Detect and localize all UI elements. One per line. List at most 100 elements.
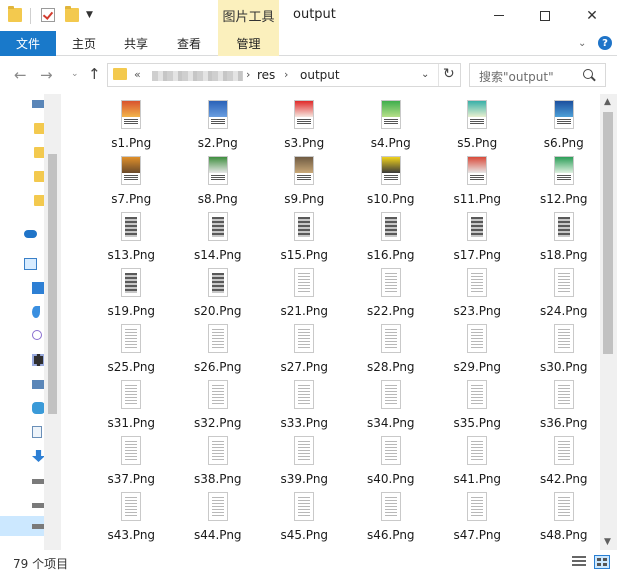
tab-file[interactable]: 文件	[0, 31, 56, 56]
recent-locations-chevron-icon[interactable]: ⌄	[71, 69, 79, 79]
file-item[interactable]: s9.Png	[261, 154, 348, 210]
properties-check-icon[interactable]	[41, 8, 55, 22]
file-item[interactable]: s12.Png	[521, 154, 601, 210]
nav-item[interactable]	[24, 192, 46, 210]
navigation-pane-scrollbar[interactable]	[44, 94, 61, 550]
address-bar[interactable]: « › res › output ⌄ ↻	[107, 63, 461, 87]
nav-item[interactable]	[24, 120, 46, 138]
file-item[interactable]: s19.Png	[88, 266, 175, 322]
file-item[interactable]: s6.Png	[521, 98, 601, 154]
nav-item[interactable]	[24, 96, 45, 114]
file-item[interactable]: s28.Png	[348, 322, 435, 378]
breadcrumb-overflow[interactable]: «	[134, 68, 141, 81]
file-item[interactable]: s40.Png	[348, 434, 435, 490]
up-arrow-icon[interactable]: ↑	[88, 65, 101, 83]
file-item[interactable]: s7.Png	[88, 154, 175, 210]
nav-item-this-pc[interactable]	[24, 256, 44, 274]
file-item[interactable]: s15.Png	[261, 210, 348, 266]
file-item[interactable]: s30.Png	[521, 322, 601, 378]
back-arrow-icon[interactable]: ←	[14, 66, 27, 84]
nav-item-selected[interactable]	[0, 516, 45, 536]
file-item[interactable]: s4.Png	[348, 98, 435, 154]
nav-item[interactable]	[24, 376, 45, 394]
close-button[interactable]: ✕	[569, 0, 615, 31]
file-item[interactable]: s24.Png	[521, 266, 601, 322]
nav-item[interactable]	[24, 304, 44, 322]
file-item[interactable]: s8.Png	[175, 154, 262, 210]
file-item[interactable]: s36.Png	[521, 378, 601, 434]
file-item[interactable]: s39.Png	[261, 434, 348, 490]
file-item[interactable]: s25.Png	[88, 322, 175, 378]
tab-view[interactable]: 查看	[169, 31, 209, 56]
maximize-button[interactable]	[522, 0, 568, 31]
scroll-down-arrow-icon[interactable]: ▼	[604, 537, 611, 547]
file-item[interactable]: s31.Png	[88, 378, 175, 434]
file-item[interactable]: s3.Png	[261, 98, 348, 154]
nav-item[interactable]	[24, 168, 46, 186]
file-item[interactable]: s33.Png	[261, 378, 348, 434]
file-item[interactable]: s41.Png	[434, 434, 521, 490]
file-list-scrollbar[interactable]: ▲ ▼	[600, 94, 617, 550]
nav-item[interactable]	[24, 144, 46, 162]
breadcrumb-segment-output[interactable]: output	[300, 68, 340, 82]
scrollbar-thumb[interactable]	[48, 154, 57, 414]
file-item[interactable]: s48.Png	[521, 490, 601, 546]
search-input[interactable]: 搜索"output"	[479, 68, 554, 85]
file-item[interactable]: s20.Png	[175, 266, 262, 322]
tab-home[interactable]: 主页	[64, 31, 104, 56]
file-item[interactable]: s46.Png	[348, 490, 435, 546]
file-item[interactable]: s37.Png	[88, 434, 175, 490]
nav-item[interactable]	[24, 496, 45, 514]
minimize-button[interactable]	[476, 0, 522, 31]
file-item[interactable]: s2.Png	[175, 98, 262, 154]
help-icon[interactable]: ?	[598, 36, 612, 50]
address-history-chevron-icon[interactable]: ⌄	[421, 69, 429, 80]
tab-manage[interactable]: 管理	[218, 31, 279, 56]
scrollbar-thumb[interactable]	[603, 112, 613, 354]
file-item[interactable]: s18.Png	[521, 210, 601, 266]
new-folder-icon[interactable]	[65, 6, 79, 22]
file-item[interactable]: s1.Png	[88, 98, 175, 154]
file-item[interactable]: s14.Png	[175, 210, 262, 266]
file-item[interactable]: s23.Png	[434, 266, 521, 322]
file-item[interactable]: s47.Png	[434, 490, 521, 546]
search-box[interactable]: 搜索"output"	[469, 63, 606, 87]
file-item[interactable]: s10.Png	[348, 154, 435, 210]
file-item[interactable]: s17.Png	[434, 210, 521, 266]
file-item[interactable]: s32.Png	[175, 378, 262, 434]
breadcrumb-separator[interactable]: ›	[246, 68, 250, 81]
tab-share[interactable]: 共享	[116, 31, 156, 56]
file-item[interactable]: s42.Png	[521, 434, 601, 490]
file-item[interactable]: s11.Png	[434, 154, 521, 210]
file-item[interactable]: s45.Png	[261, 490, 348, 546]
expand-ribbon-chevron-icon[interactable]: ⌄	[578, 38, 586, 49]
file-item[interactable]: s27.Png	[261, 322, 348, 378]
file-item[interactable]: s43.Png	[88, 490, 175, 546]
details-view-icon[interactable]	[572, 556, 586, 568]
file-item[interactable]: s22.Png	[348, 266, 435, 322]
file-item[interactable]: s35.Png	[434, 378, 521, 434]
nav-item-onedrive[interactable]	[24, 224, 44, 242]
nav-item[interactable]	[24, 352, 45, 370]
nav-item[interactable]	[24, 328, 44, 346]
file-item[interactable]: s13.Png	[88, 210, 175, 266]
breadcrumb-separator[interactable]: ›	[284, 68, 288, 81]
forward-arrow-icon[interactable]: →	[40, 66, 53, 84]
file-item[interactable]: s34.Png	[348, 378, 435, 434]
breadcrumb-segment-res[interactable]: res	[257, 68, 275, 82]
refresh-icon[interactable]: ↻	[443, 66, 455, 82]
nav-item[interactable]	[24, 280, 45, 298]
nav-item[interactable]	[24, 448, 45, 466]
file-item[interactable]: s26.Png	[175, 322, 262, 378]
nav-item[interactable]	[24, 424, 44, 442]
file-item[interactable]: s21.Png	[261, 266, 348, 322]
nav-item[interactable]	[24, 400, 45, 418]
scroll-up-arrow-icon[interactable]: ▲	[604, 97, 611, 107]
large-icons-view-icon[interactable]	[594, 555, 610, 569]
customize-toolbar-chevron-icon[interactable]: ▼	[86, 10, 93, 20]
nav-item[interactable]	[24, 472, 45, 490]
file-item[interactable]: s5.Png	[434, 98, 521, 154]
search-icon[interactable]	[583, 69, 593, 79]
file-item[interactable]: s29.Png	[434, 322, 521, 378]
file-item[interactable]: s16.Png	[348, 210, 435, 266]
